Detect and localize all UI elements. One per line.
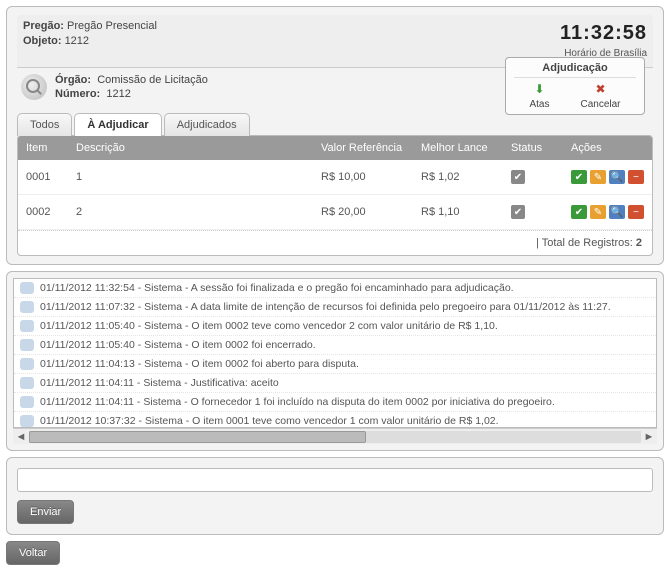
log-line: 01/11/2012 11:05:40 - Sistema - O item 0… bbox=[14, 336, 656, 355]
log-line: 01/11/2012 10:37:32 - Sistema - O item 0… bbox=[14, 412, 656, 428]
log-line: 01/11/2012 11:04:11 - Sistema - Justific… bbox=[14, 374, 656, 393]
chat-icon bbox=[20, 358, 34, 370]
cell-valor-ref: R$ 20,00 bbox=[313, 195, 413, 230]
log-line: 01/11/2012 11:04:11 - Sistema - O fornec… bbox=[14, 393, 656, 412]
log-text: 01/11/2012 11:05:40 - Sistema - O item 0… bbox=[40, 320, 498, 332]
tab-adjudicados[interactable]: Adjudicados bbox=[164, 113, 250, 136]
cell-valor-ref: R$ 10,00 bbox=[313, 160, 413, 195]
approve-icon[interactable]: ✔ bbox=[571, 170, 587, 184]
actions-title: Adjudicação bbox=[514, 62, 636, 78]
scroll-thumb[interactable] bbox=[29, 431, 366, 443]
orgao-label: Órgão: bbox=[55, 74, 91, 86]
table-row: 00011R$ 10,00R$ 1,02✔✔✎🔍− bbox=[18, 160, 652, 195]
view-icon[interactable]: 🔍 bbox=[609, 170, 625, 184]
clock-time: 11:32:58 bbox=[560, 19, 647, 47]
items-table: Item Descrição Valor Referência Melhor L… bbox=[18, 136, 652, 230]
message-card: Enviar bbox=[6, 457, 664, 535]
chat-icon bbox=[20, 415, 34, 427]
pregao-value: Pregão Presencial bbox=[67, 20, 157, 32]
log-line: 01/11/2012 11:32:54 - Sistema - A sessão… bbox=[14, 279, 656, 298]
status-check-icon: ✔ bbox=[511, 170, 525, 184]
log-text: 01/11/2012 11:04:13 - Sistema - O item 0… bbox=[40, 358, 359, 370]
objeto-label: Objeto: bbox=[23, 35, 62, 47]
log-line: 01/11/2012 11:05:40 - Sistema - O item 0… bbox=[14, 317, 656, 336]
chat-icon bbox=[20, 377, 34, 389]
table-row: 00022R$ 20,00R$ 1,10✔✔✎🔍− bbox=[18, 195, 652, 230]
numero-value: 1212 bbox=[106, 88, 130, 100]
scroll-left-icon[interactable]: ◄ bbox=[13, 431, 29, 443]
cell-acoes: ✔✎🔍− bbox=[563, 160, 652, 195]
cell-item: 0001 bbox=[18, 160, 68, 195]
main-panel: Pregão: Pregão Presencial Objeto: 1212 1… bbox=[6, 6, 664, 265]
download-icon: ⬇ bbox=[531, 81, 547, 97]
log-text: 01/11/2012 10:37:32 - Sistema - O item 0… bbox=[40, 415, 499, 427]
log-box[interactable]: 01/11/2012 11:32:54 - Sistema - A sessão… bbox=[13, 278, 657, 428]
header-left: Pregão: Pregão Presencial Objeto: 1212 bbox=[23, 19, 157, 50]
th-descricao: Descrição bbox=[68, 136, 313, 160]
scroll-track[interactable] bbox=[29, 431, 641, 443]
remove-icon[interactable]: − bbox=[628, 205, 644, 219]
footer-label: | Total de Registros: bbox=[536, 237, 633, 249]
log-line: 01/11/2012 11:07:32 - Sistema - A data l… bbox=[14, 298, 656, 317]
chat-icon bbox=[20, 301, 34, 313]
cell-item: 0002 bbox=[18, 195, 68, 230]
horizontal-scrollbar[interactable]: ◄ ► bbox=[13, 428, 657, 444]
view-icon[interactable]: 🔍 bbox=[609, 205, 625, 219]
actions-box: Adjudicação ⬇ Atas ✖ Cancelar bbox=[505, 57, 645, 115]
log-text: 01/11/2012 11:07:32 - Sistema - A data l… bbox=[40, 301, 611, 313]
chat-icon bbox=[20, 282, 34, 294]
numero-label: Número: bbox=[55, 88, 100, 100]
cell-descricao: 1 bbox=[68, 160, 313, 195]
items-table-wrap: Item Descrição Valor Referência Melhor L… bbox=[17, 135, 653, 256]
orgao-value: Comissão de Licitação bbox=[97, 74, 208, 86]
tab-todos[interactable]: Todos bbox=[17, 113, 72, 136]
th-acoes: Ações bbox=[563, 136, 652, 160]
chat-icon bbox=[20, 396, 34, 408]
edit-icon[interactable]: ✎ bbox=[590, 170, 606, 184]
log-line: 01/11/2012 11:04:13 - Sistema - O item 0… bbox=[14, 355, 656, 374]
search-icon[interactable] bbox=[21, 74, 47, 100]
message-input[interactable] bbox=[17, 468, 653, 492]
scroll-right-icon[interactable]: ► bbox=[641, 431, 657, 443]
cell-status: ✔ bbox=[503, 160, 563, 195]
cancelar-label: Cancelar bbox=[580, 99, 620, 110]
th-status: Status bbox=[503, 136, 563, 160]
cell-descricao: 2 bbox=[68, 195, 313, 230]
chat-icon bbox=[20, 320, 34, 332]
remove-icon[interactable]: − bbox=[628, 170, 644, 184]
footer-count: 2 bbox=[636, 237, 642, 249]
cell-melhor-lance: R$ 1,02 bbox=[413, 160, 503, 195]
objeto-value: 1212 bbox=[65, 35, 89, 47]
log-card: 01/11/2012 11:32:54 - Sistema - A sessão… bbox=[6, 271, 664, 451]
atas-button[interactable]: ⬇ Atas bbox=[529, 81, 549, 110]
log-text: 01/11/2012 11:05:40 - Sistema - O item 0… bbox=[40, 339, 316, 351]
log-text: 01/11/2012 11:32:54 - Sistema - A sessão… bbox=[40, 282, 514, 294]
th-item: Item bbox=[18, 136, 68, 160]
tabs: Todos À Adjudicar Adjudicados bbox=[17, 112, 653, 135]
header-right: 11:32:58 Horário de Brasília bbox=[560, 19, 647, 61]
atas-label: Atas bbox=[529, 99, 549, 110]
cell-acoes: ✔✎🔍− bbox=[563, 195, 652, 230]
log-text: 01/11/2012 11:04:11 - Sistema - O fornec… bbox=[40, 396, 555, 408]
approve-icon[interactable]: ✔ bbox=[571, 205, 587, 219]
log-text: 01/11/2012 11:04:11 - Sistema - Justific… bbox=[40, 377, 279, 389]
chat-icon bbox=[20, 339, 34, 351]
pregao-label: Pregão: bbox=[23, 20, 64, 32]
cancelar-button[interactable]: ✖ Cancelar bbox=[580, 81, 620, 110]
enviar-button[interactable]: Enviar bbox=[17, 500, 74, 524]
tab-adjudicar[interactable]: À Adjudicar bbox=[74, 113, 161, 136]
th-valor-ref: Valor Referência bbox=[313, 136, 413, 160]
th-melhor-lance: Melhor Lance bbox=[413, 136, 503, 160]
status-check-icon: ✔ bbox=[511, 205, 525, 219]
cancel-icon: ✖ bbox=[592, 81, 608, 97]
edit-icon[interactable]: ✎ bbox=[590, 205, 606, 219]
table-footer: | Total de Registros: 2 bbox=[18, 230, 652, 255]
voltar-button[interactable]: Voltar bbox=[6, 541, 60, 565]
cell-melhor-lance: R$ 1,10 bbox=[413, 195, 503, 230]
cell-status: ✔ bbox=[503, 195, 563, 230]
